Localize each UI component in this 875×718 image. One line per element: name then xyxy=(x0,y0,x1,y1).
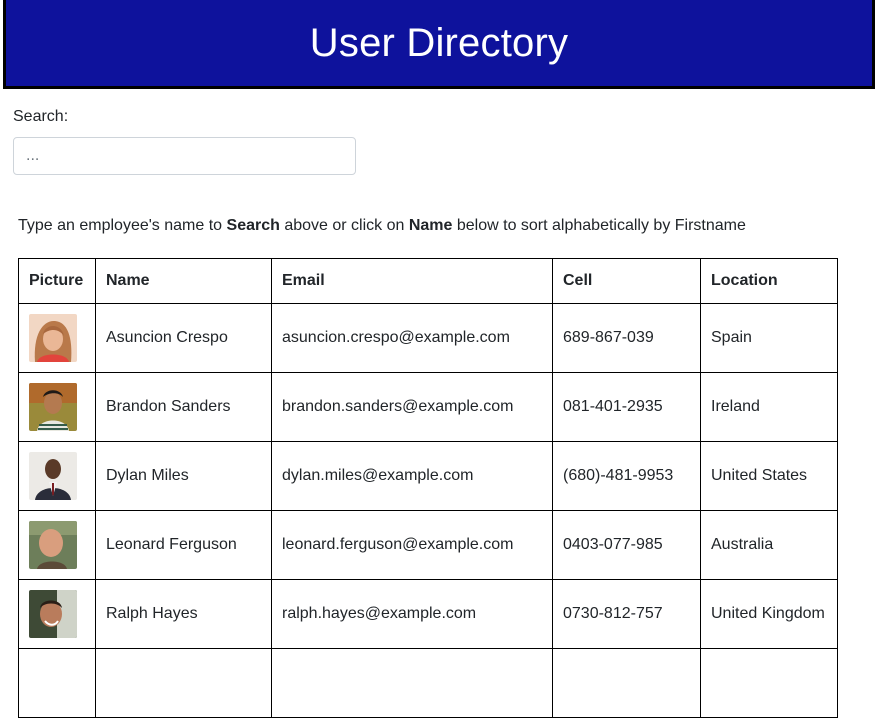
user-avatar-photo xyxy=(29,452,77,500)
user-email: brandon.sanders@example.com xyxy=(271,372,553,442)
user-cell: 0403-077-985 xyxy=(552,510,701,580)
user-cell xyxy=(552,648,701,718)
user-name: Dylan Miles xyxy=(95,441,272,511)
user-cell: 081-401-2935 xyxy=(552,372,701,442)
column-header-cell: Cell xyxy=(552,258,701,304)
instructions-text: Type an employee's name to Search above … xyxy=(18,217,746,234)
search-input[interactable] xyxy=(13,137,356,175)
table-row xyxy=(18,648,838,718)
column-header-picture: Picture xyxy=(18,258,96,304)
user-location: Australia xyxy=(700,510,838,580)
user-avatar-photo xyxy=(29,383,77,431)
user-table: Picture Name Email Cell Location Asuncio… xyxy=(18,258,838,718)
user-location: United Kingdom xyxy=(700,579,838,649)
user-name: Asuncion Crespo xyxy=(95,303,272,373)
table-row: Asuncion Crespo asuncion.crespo@example.… xyxy=(18,303,838,373)
user-avatar-photo xyxy=(29,314,77,362)
user-name: Brandon Sanders xyxy=(95,372,272,442)
user-email xyxy=(271,648,553,718)
picture-cell xyxy=(18,579,96,649)
user-name xyxy=(95,648,272,718)
user-email: leonard.ferguson@example.com xyxy=(271,510,553,580)
instructions-search-keyword: Search xyxy=(226,217,280,234)
picture-cell xyxy=(18,303,96,373)
user-email: dylan.miles@example.com xyxy=(271,441,553,511)
column-header-email: Email xyxy=(271,258,553,304)
picture-cell xyxy=(18,510,96,580)
user-avatar-photo xyxy=(29,590,77,638)
user-cell: 689-867-039 xyxy=(552,303,701,373)
user-email: ralph.hayes@example.com xyxy=(271,579,553,649)
page-header: User Directory xyxy=(3,0,875,89)
user-cell: (680)-481-9953 xyxy=(552,441,701,511)
table-row: Brandon Sanders brandon.sanders@example.… xyxy=(18,372,838,442)
column-header-location: Location xyxy=(700,258,838,304)
table-row: Leonard Ferguson leonard.ferguson@exampl… xyxy=(18,510,838,580)
user-name: Ralph Hayes xyxy=(95,579,272,649)
user-location xyxy=(700,648,838,718)
table-row: Dylan Miles dylan.miles@example.com (680… xyxy=(18,441,838,511)
instructions-name-keyword: Name xyxy=(408,217,453,234)
page-title: User Directory xyxy=(309,20,569,65)
column-header-name-sort[interactable]: Name xyxy=(95,258,272,304)
user-location: United States xyxy=(700,441,838,511)
table-row: Ralph Hayes ralph.hayes@example.com 0730… xyxy=(18,579,838,649)
picture-cell xyxy=(18,441,96,511)
user-name: Leonard Ferguson xyxy=(95,510,272,580)
user-cell: 0730-812-757 xyxy=(552,579,701,649)
picture-cell xyxy=(18,372,96,442)
picture-cell xyxy=(18,648,96,718)
table-header-row: Picture Name Email Cell Location xyxy=(18,258,838,304)
user-location: Ireland xyxy=(700,372,838,442)
user-location: Spain xyxy=(700,303,838,373)
user-email: asuncion.crespo@example.com xyxy=(271,303,553,373)
user-avatar-photo xyxy=(29,521,77,569)
search-label: Search: xyxy=(13,108,69,125)
